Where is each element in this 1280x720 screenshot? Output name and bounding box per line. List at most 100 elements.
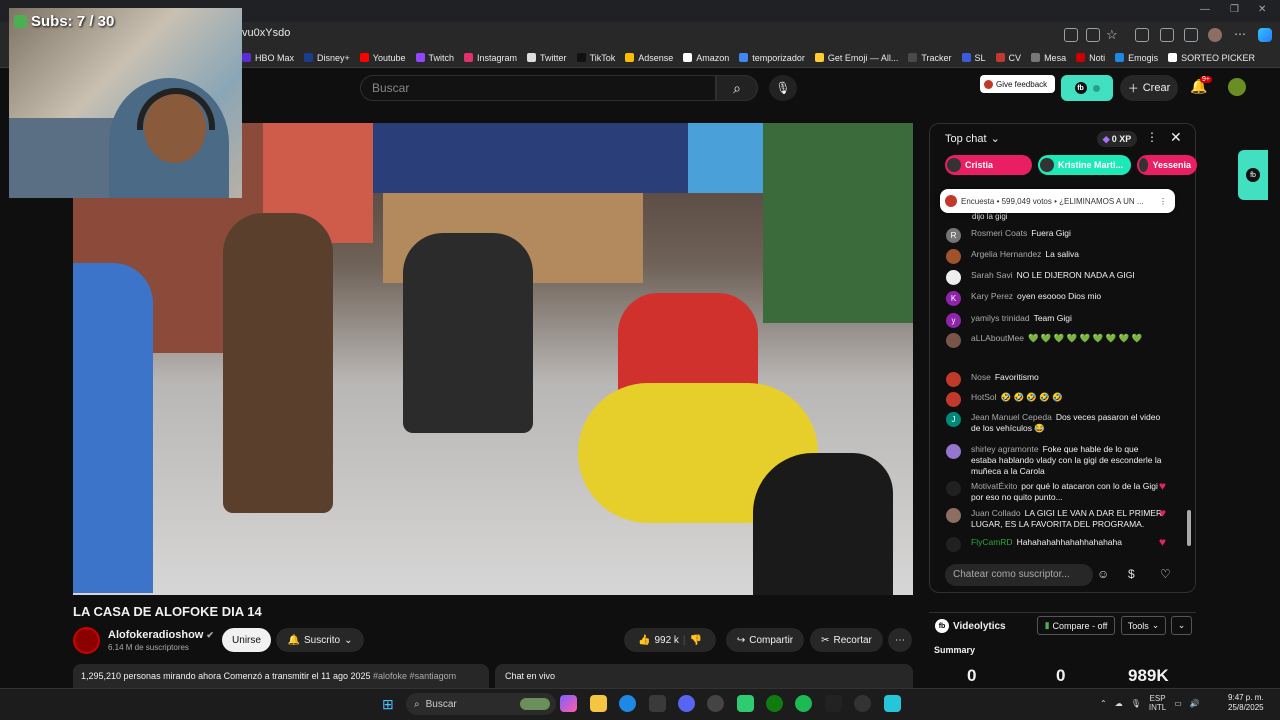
profile-avatar[interactable] xyxy=(1208,28,1222,42)
chat-author-avatar[interactable] xyxy=(946,537,961,552)
extension-toggle-button[interactable]: fb xyxy=(1061,75,1113,101)
bookmark-item[interactable]: Adsense xyxy=(625,53,673,63)
chat-message[interactable]: Argelia Hernandez La saliva xyxy=(946,249,1166,264)
network-icon[interactable]: ▭ xyxy=(1174,699,1182,708)
bookmark-item[interactable]: Mesa xyxy=(1031,53,1066,63)
emoji-icon[interactable]: ☺ xyxy=(1097,567,1109,581)
chat-message[interactable]: Sarah Savi NO LE DIJERON NADA A GIGI xyxy=(946,270,1166,285)
chat-author-avatar[interactable] xyxy=(946,392,961,407)
collapse-button[interactable]: ⌄ xyxy=(1171,616,1192,635)
chat-author-avatar[interactable]: y xyxy=(946,313,961,328)
channel-avatar[interactable] xyxy=(73,627,100,654)
subscribed-button[interactable]: 🔔 Suscrito ⌄ xyxy=(276,628,364,652)
more-actions-button[interactable]: ⋯ xyxy=(888,628,912,652)
voice-search-button[interactable]: 🎙 xyxy=(769,75,797,101)
start-icon[interactable]: ⊞ xyxy=(382,696,394,713)
bookmark-item[interactable]: Twitter xyxy=(527,53,567,63)
spotify-icon[interactable] xyxy=(795,695,812,712)
chat-author-avatar[interactable] xyxy=(946,249,961,264)
chat-author-name[interactable]: FlyCamRD xyxy=(971,537,1013,547)
donor-chip[interactable]: Kristine Marti... xyxy=(1038,155,1131,175)
chat-message[interactable]: K Kary Perez oyen esoooo Dios mio xyxy=(946,291,1166,306)
chat-more-icon[interactable]: ⋮ xyxy=(1146,130,1158,144)
give-feedback-button[interactable]: Give feedback xyxy=(980,75,1055,93)
edge-icon[interactable] xyxy=(619,695,636,712)
chat-author-avatar[interactable] xyxy=(946,508,961,523)
share-button[interactable]: ↪ Compartir xyxy=(726,628,804,652)
join-button[interactable]: Unirse xyxy=(222,628,271,652)
bookmark-item[interactable]: Twitch xyxy=(415,53,454,63)
bookmark-item[interactable]: Amazon xyxy=(683,53,729,63)
chat-message[interactable]: R Rosmeri Coats Fuera Gigi xyxy=(946,228,1166,243)
channel-name[interactable]: Alofokeradioshow ✔ xyxy=(108,629,214,641)
bookmark-item[interactable]: Emogis xyxy=(1115,53,1158,63)
chatgpt-icon[interactable] xyxy=(854,695,871,712)
chat-message[interactable]: aLLAboutMee 💚 💚 💚 💚 💚 💚 💚 💚 💚 xyxy=(946,333,1166,348)
bookmark-item[interactable]: Youtube xyxy=(359,53,406,63)
restore-icon[interactable]: ❐ xyxy=(1230,4,1239,15)
clip-button[interactable]: ✂ Recortar xyxy=(810,628,883,652)
bookmark-item[interactable]: Noti xyxy=(1076,53,1105,63)
chat-author-name[interactable]: shirley agramonte xyxy=(971,444,1039,454)
description-tags[interactable]: #alofoke #santiagom xyxy=(373,671,456,681)
volume-icon[interactable]: 🔊 xyxy=(1190,699,1200,708)
chat-message[interactable]: y yamilys trinidad Team Gigi xyxy=(946,313,1166,328)
chat-author-name[interactable]: Rosmeri Coats xyxy=(971,228,1027,238)
chat-author-name[interactable]: Argelia Hernandez xyxy=(971,249,1041,259)
chat-mode-selector[interactable]: Top chat ⌄ xyxy=(945,132,1000,146)
chat-scrollbar[interactable] xyxy=(1187,510,1191,546)
obs-icon[interactable] xyxy=(707,695,724,712)
chat-message[interactable]: J Jean Manuel Cepeda Dos veces pasaron el … xyxy=(946,412,1166,434)
live-chat-tab[interactable]: Chat en vivo xyxy=(495,664,913,688)
bookmark-item[interactable]: SL xyxy=(961,53,986,63)
split-screen-icon[interactable] xyxy=(1160,28,1174,42)
description-box[interactable]: 1,295,210 personas mirando ahora Comenzó… xyxy=(73,664,489,688)
app-icon[interactable] xyxy=(737,695,754,712)
chat-author-name[interactable]: Nose xyxy=(971,372,991,382)
bookmark-item[interactable]: HBO Max xyxy=(242,53,294,63)
clock[interactable]: 9:47 p. m. 25/8/2025 xyxy=(1228,693,1264,713)
star-icon[interactable]: ☆ xyxy=(1106,27,1118,43)
poll-more-icon[interactable]: ⋮ xyxy=(1159,197,1167,206)
chat-author-avatar[interactable]: R xyxy=(946,228,961,243)
chat-message[interactable]: MotivatÉxito por qué lo atacaron con lo d… xyxy=(946,480,1166,503)
chat-input[interactable]: Chatear como suscriptor... xyxy=(945,564,1093,586)
bookmark-item[interactable]: Get Emoji — All... xyxy=(814,53,898,63)
bookmark-item[interactable]: Disney+ xyxy=(304,53,350,63)
cloud-icon[interactable]: ☁ xyxy=(1115,699,1123,708)
taskbar-search[interactable]: ⌕ Buscar xyxy=(406,693,556,715)
copilot-icon[interactable] xyxy=(1258,28,1272,42)
donor-chip[interactable]: Yessenia xyxy=(1137,155,1197,175)
store-icon[interactable] xyxy=(649,695,666,712)
keyboard-layout[interactable]: ESP INTL xyxy=(1149,694,1166,712)
close-window-icon[interactable]: ✕ xyxy=(1258,4,1266,15)
file-explorer-icon[interactable] xyxy=(590,695,607,712)
poll-banner[interactable]: Encuesta • 599,049 votos • ¿ELIMINAMOS A… xyxy=(940,189,1175,213)
translate-icon[interactable] xyxy=(1064,28,1078,42)
chat-message[interactable]: Juan Collado LA GIGI LE VAN A DAR EL PRIM… xyxy=(946,507,1166,530)
chat-message[interactable]: shirley agramonte Foke que hable de lo qu… xyxy=(946,444,1166,477)
more-icon[interactable]: ⋯ xyxy=(1234,27,1246,41)
chat-author-avatar[interactable] xyxy=(946,372,961,387)
bookmark-item[interactable]: CV xyxy=(995,53,1021,63)
like-button[interactable]: 👍 992 k xyxy=(638,635,679,646)
bookmark-item[interactable]: Instagram xyxy=(464,53,517,63)
create-button[interactable]: ＋ Crear xyxy=(1120,75,1178,101)
discord-icon[interactable] xyxy=(678,695,695,712)
dislike-button[interactable]: 👎 xyxy=(690,635,702,646)
chat-author-name[interactable]: Kary Perez xyxy=(971,291,1013,301)
apps-icon[interactable] xyxy=(1086,28,1100,42)
chat-author-avatar[interactable] xyxy=(946,270,961,285)
copilot-app-icon[interactable] xyxy=(560,695,577,712)
capcut-icon[interactable] xyxy=(825,695,842,712)
chat-author-name[interactable]: HotSol xyxy=(971,392,997,402)
mic-icon[interactable]: 🎙 xyxy=(1131,699,1141,708)
bookmark-item[interactable]: Tracker xyxy=(908,53,952,63)
chat-author-name[interactable]: Sarah Savi xyxy=(971,270,1013,280)
xp-badge[interactable]: ◆ 0 XP xyxy=(1097,131,1137,147)
collections-icon[interactable] xyxy=(1184,28,1198,42)
notepad-icon[interactable] xyxy=(884,695,901,712)
chat-author-avatar[interactable] xyxy=(946,481,961,496)
bookmark-item[interactable]: TikTok xyxy=(576,53,615,63)
donor-chip[interactable]: Cristia xyxy=(945,155,1032,175)
